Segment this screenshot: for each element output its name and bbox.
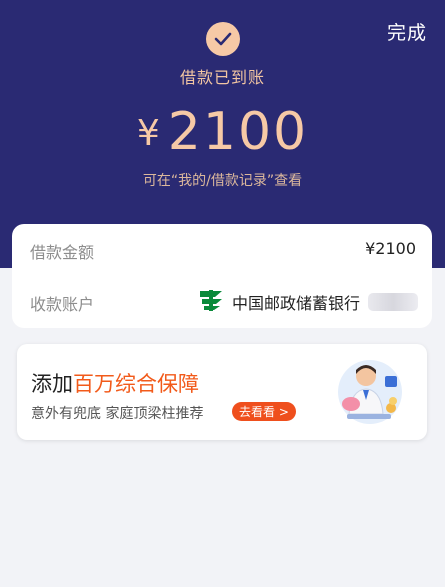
loan-amount: ¥2100 bbox=[0, 100, 445, 176]
loan-amount-row: 借款金额 ¥2100 bbox=[12, 224, 432, 276]
promo-cta-button[interactable]: 去看看 > bbox=[232, 402, 296, 421]
loan-amount-value: ¥2100 bbox=[365, 239, 416, 258]
amount-value: 2100 bbox=[167, 102, 309, 162]
bank-name: 中国邮政储蓄银行 bbox=[231, 294, 360, 313]
insurance-illustration-icon bbox=[327, 356, 413, 432]
postal-bank-logo-icon bbox=[198, 288, 224, 316]
promo-subtitle: 意外有兜底 家庭顶梁柱推荐 bbox=[31, 406, 204, 422]
record-hint: 可在“我的/借款记录”查看 bbox=[142, 173, 303, 189]
status-text: 借款已到账 bbox=[179, 68, 265, 87]
receiving-account-row: 收款账户 中国邮政储蓄银行 bbox=[12, 276, 432, 328]
promo-title-prefix: 添加 bbox=[31, 372, 73, 396]
currency-symbol: ¥ bbox=[136, 113, 160, 154]
insurance-promo-banner[interactable]: 添加百万综合保障 意外有兜底 家庭顶梁柱推荐 去看看 > bbox=[17, 344, 427, 440]
promo-title-highlight: 百万综合保障 bbox=[73, 372, 199, 396]
masked-account-number bbox=[368, 293, 418, 311]
receiving-account-label: 收款账户 bbox=[30, 295, 95, 314]
receiving-account-value: 中国邮政储蓄银行 bbox=[198, 288, 418, 316]
done-button[interactable]: 完成 bbox=[387, 18, 427, 45]
check-icon bbox=[206, 22, 240, 56]
loan-details-card: 借款金额 ¥2100 收款账户 中国邮政储蓄银行 bbox=[12, 224, 432, 328]
promo-title: 添加百万综合保障 bbox=[31, 368, 199, 398]
loan-amount-label: 借款金额 bbox=[30, 243, 95, 262]
